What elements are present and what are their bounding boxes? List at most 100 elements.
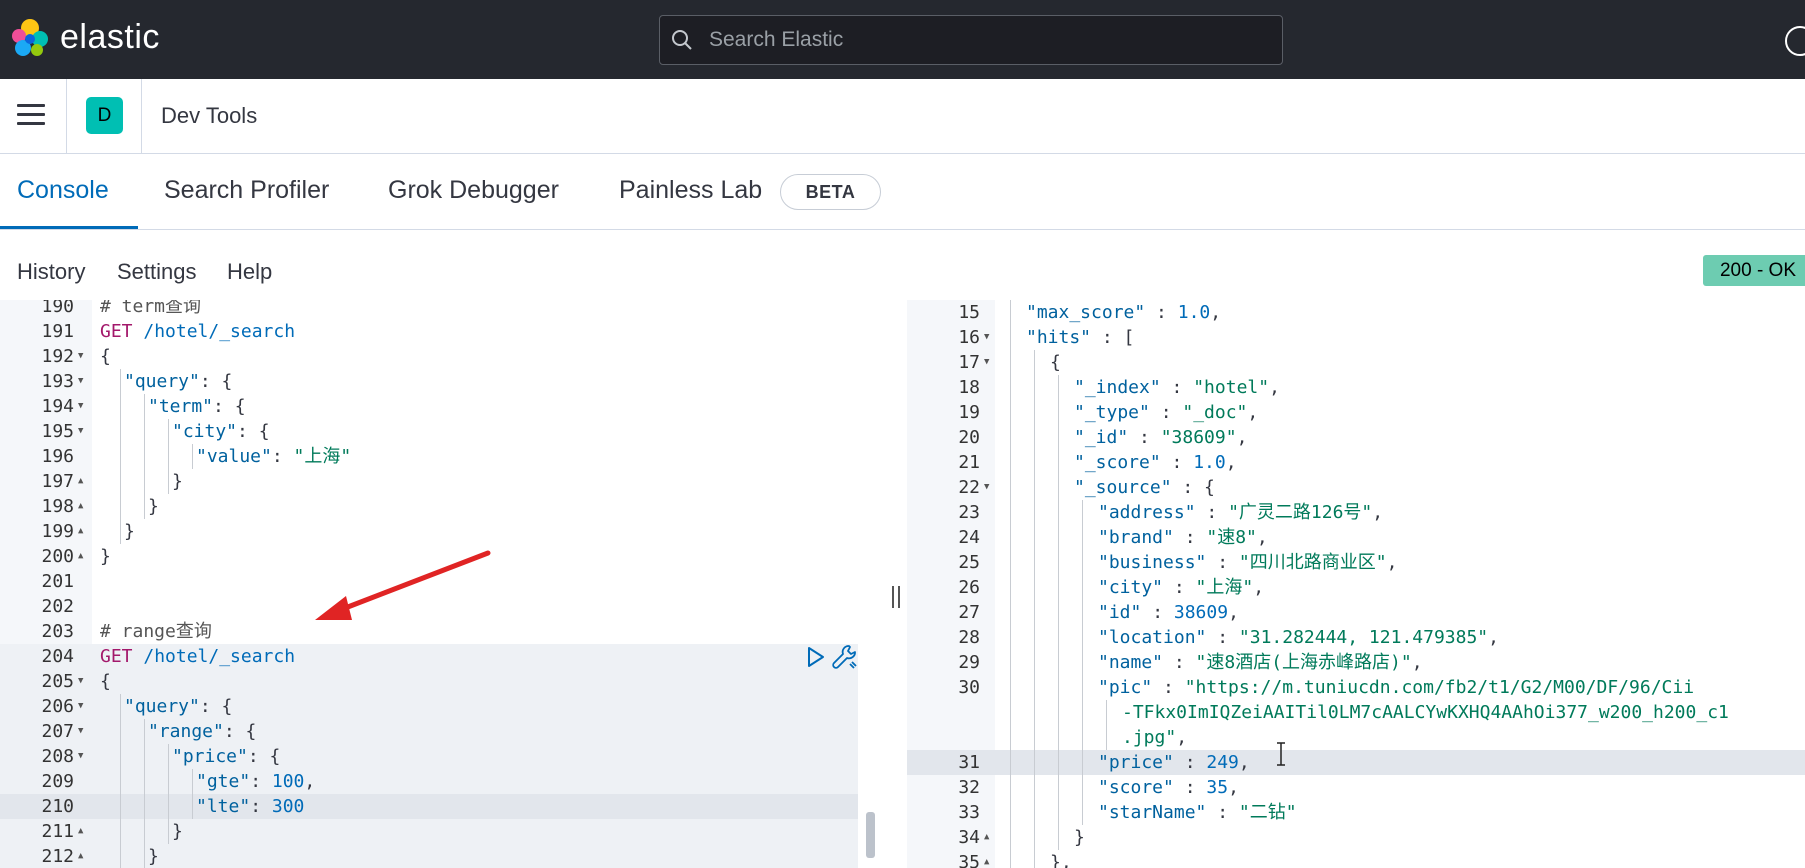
fold-collapse-icon[interactable]: ▼ <box>78 719 83 744</box>
code-line[interactable]: 26 "city" : "上海", <box>907 575 1805 600</box>
fold-collapse-icon[interactable]: ▼ <box>984 475 989 500</box>
code-line[interactable]: 28 "location" : "31.282444, 121.479385", <box>907 625 1805 650</box>
fold-collapse-icon[interactable]: ▼ <box>78 344 83 369</box>
code-line[interactable]: 193 ▼ "query": { <box>0 369 858 394</box>
code-line[interactable]: 202 <box>0 594 858 619</box>
code-line[interactable]: 208 ▼ "price": { <box>0 744 858 769</box>
code-line[interactable]: 32 "score" : 35, <box>907 775 1805 800</box>
fold-expand-icon[interactable]: ▲ <box>78 469 83 494</box>
code-line[interactable]: 16 ▼ "hits" : [ <box>907 325 1805 350</box>
wrench-icon[interactable] <box>831 643 859 671</box>
code-line[interactable]: 23 "address" : "广灵二路126号", <box>907 500 1805 525</box>
play-icon[interactable] <box>804 645 826 669</box>
tab-console[interactable]: Console <box>17 176 109 205</box>
code-token: , <box>304 771 316 792</box>
fold-expand-icon[interactable]: ▲ <box>78 819 83 844</box>
code-line[interactable]: -TFkx0ImIQZeiAAITil0LM7cAALCYwKXHQ4AAhOi… <box>907 700 1805 725</box>
code-line[interactable]: 29 "name" : "速8酒店(上海赤峰路店)", <box>907 650 1805 675</box>
brand-name[interactable]: elastic <box>60 18 160 57</box>
code-line[interactable]: 22 ▼ "_source" : { <box>907 475 1805 500</box>
code-line[interactable]: 34 ▲} <box>907 825 1805 850</box>
code-line[interactable]: 196 "value": "上海" <box>0 444 858 469</box>
menu-icon[interactable] <box>17 104 45 126</box>
fold-collapse-icon[interactable]: ▼ <box>78 694 83 719</box>
space-avatar[interactable]: D <box>86 97 123 134</box>
code-line[interactable]: 192 ▼ { <box>0 344 858 369</box>
code-line[interactable]: 191 GET /hotel/_search <box>0 319 858 344</box>
code-line[interactable]: 33 "starName" : "二钻" <box>907 800 1805 825</box>
line-number: 204 <box>41 646 74 667</box>
code-line[interactable]: 206 ▼ "query": { <box>0 694 858 719</box>
code-line[interactable]: 209 "gte": 100, <box>0 769 858 794</box>
response-editor[interactable]: 15 "max_score" : 1.0, 16 ▼ "hits" : [17 ▼{18 "… <box>907 300 1805 868</box>
code-token: "query" <box>124 371 200 392</box>
code-line[interactable]: 197 ▲} <box>0 469 858 494</box>
indent-guide <box>1058 800 1059 825</box>
code-token: : <box>1160 377 1194 398</box>
code-text: GET /hotel/_search <box>100 319 295 344</box>
code-line[interactable]: 194 ▼ "term": { <box>0 394 858 419</box>
fold-expand-icon[interactable]: ▲ <box>984 825 989 850</box>
fold-collapse-icon[interactable]: ▼ <box>78 369 83 394</box>
indent-guide <box>1010 825 1011 850</box>
code-line[interactable]: 204 GET /hotel/_search <box>0 644 858 669</box>
code-text: "range": { <box>148 719 256 744</box>
code-line[interactable]: 203 # range查询 <box>0 619 858 644</box>
code-token: } <box>148 496 159 517</box>
code-token: "range" <box>148 721 224 742</box>
code-line[interactable]: 211 ▲} <box>0 819 858 844</box>
code-line[interactable]: 210 "lte": 300 <box>0 794 858 819</box>
fold-expand-icon[interactable]: ▲ <box>78 494 83 519</box>
code-line[interactable]: 198 ▲} <box>0 494 858 519</box>
code-line[interactable]: 199 ▲} <box>0 519 858 544</box>
code-line[interactable]: 200 ▲} <box>0 544 858 569</box>
fold-expand-icon[interactable]: ▲ <box>78 519 83 544</box>
code-line[interactable]: 20 "_id" : "38609", <box>907 425 1805 450</box>
tab-painless-lab[interactable]: Painless Lab <box>619 176 762 205</box>
code-line[interactable]: 35 ▲}, <box>907 850 1805 868</box>
code-line[interactable]: 21 "_score" : 1.0, <box>907 450 1805 475</box>
settings-link[interactable]: Settings <box>117 259 197 285</box>
code-line[interactable]: 195 ▼ "city": { <box>0 419 858 444</box>
fold-collapse-icon[interactable]: ▼ <box>78 394 83 419</box>
help-icon[interactable] <box>1785 26 1805 56</box>
code-text: "_score" : 1.0, <box>1074 450 1237 475</box>
elastic-logo-icon[interactable] <box>10 18 50 58</box>
code-line[interactable]: 212 ▲} <box>0 844 858 868</box>
code-line[interactable]: 18 "_index" : "hotel", <box>907 375 1805 400</box>
code-line[interactable]: 201 <box>0 569 858 594</box>
fold-collapse-icon[interactable]: ▼ <box>78 419 83 444</box>
code-line[interactable]: .jpg", <box>907 725 1805 750</box>
tab-search-profiler[interactable]: Search Profiler <box>164 176 329 205</box>
request-editor[interactable]: 190 # term查询 191 GET /hotel/_search 192 ▼{193… <box>0 300 885 868</box>
code-line[interactable]: 30 "pic" : "https://m.tuniucdn.com/fb2/t1… <box>907 675 1805 700</box>
dev-tools-tabs: Console Search Profiler Grok Debugger Pa… <box>0 154 1805 230</box>
tab-grok-debugger[interactable]: Grok Debugger <box>388 176 559 205</box>
code-line[interactable]: 19 "_type" : "_doc", <box>907 400 1805 425</box>
code-line[interactable]: 15 "max_score" : 1.0, <box>907 300 1805 325</box>
history-link[interactable]: History <box>17 259 85 285</box>
fold-expand-icon[interactable]: ▲ <box>984 850 989 868</box>
fold-expand-icon[interactable]: ▲ <box>78 544 83 569</box>
code-line[interactable]: 31 "price" : 249, <box>907 750 1805 775</box>
code-line[interactable]: 24 "brand" : "速8", <box>907 525 1805 550</box>
code-line[interactable]: 25 "business" : "四川北路商业区", <box>907 550 1805 575</box>
fold-collapse-icon[interactable]: ▼ <box>78 744 83 769</box>
global-search[interactable] <box>659 15 1283 65</box>
fold-collapse-icon[interactable]: ▼ <box>984 350 989 375</box>
code-line[interactable]: 17 ▼ { <box>907 350 1805 375</box>
code-line[interactable]: 27 "id" : 38609, <box>907 600 1805 625</box>
indent-guide <box>1034 625 1035 650</box>
search-input[interactable] <box>709 16 1269 64</box>
code-line[interactable]: 190 # term查询 <box>0 300 858 319</box>
help-link[interactable]: Help <box>227 259 272 285</box>
fold-collapse-icon[interactable]: ▼ <box>78 669 83 694</box>
code-token: : <box>1152 677 1185 698</box>
fold-collapse-icon[interactable]: ▼ <box>984 325 989 350</box>
editor-scrollbar[interactable] <box>866 812 875 858</box>
resize-handle-icon[interactable] <box>892 586 900 608</box>
fold-expand-icon[interactable]: ▲ <box>78 844 83 868</box>
code-line[interactable]: 205 ▼ { <box>0 669 858 694</box>
code-line[interactable]: 207 ▼ "range": { <box>0 719 858 744</box>
pane-resizer[interactable] <box>885 300 907 868</box>
